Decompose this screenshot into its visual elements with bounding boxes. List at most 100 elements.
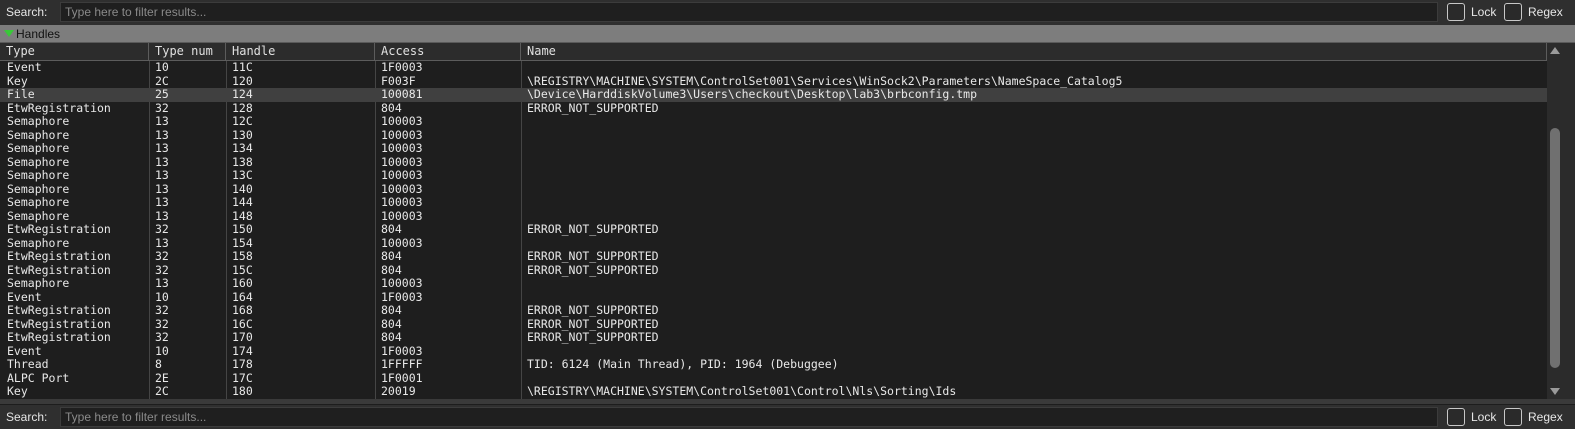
expand-triangle-icon[interactable] <box>4 30 14 37</box>
search-input[interactable] <box>60 2 1438 22</box>
cell-type-num: 13 <box>155 236 169 250</box>
cell-type-num: 13 <box>155 209 169 223</box>
cell-handle: 13C <box>232 169 253 182</box>
cell-name <box>527 169 1542 183</box>
table-row[interactable]: Semaphore 13 160 100003 <box>0 277 1547 291</box>
vertical-scrollbar[interactable] <box>1547 43 1563 399</box>
cell-type: Semaphore <box>7 277 70 290</box>
cell-name <box>527 277 1542 291</box>
cell-type: Semaphore <box>7 209 70 223</box>
cell-type-num: 13 <box>155 142 169 155</box>
cell-type: Event <box>7 61 42 74</box>
scroll-thumb[interactable] <box>1550 128 1560 368</box>
table-row[interactable]: Event 10 11C 1F0003 <box>0 61 1547 75</box>
cell-type: Semaphore <box>7 155 70 169</box>
table-row[interactable]: Event 10 174 1F0003 <box>0 345 1547 359</box>
cell-handle: 138 <box>232 155 253 169</box>
cell-name: \REGISTRY\MACHINE\SYSTEM\ControlSet001\S… <box>527 74 1123 88</box>
table-row[interactable]: Semaphore 13 134 100003 <box>0 142 1547 156</box>
table-row[interactable]: Key 2C 180 20019 \REGISTRY\MACHINE\SYSTEM\Co… <box>0 385 1547 399</box>
cell-access: 804 <box>381 263 402 277</box>
bottom-search-bar: Search: Lock Regex <box>0 404 1575 429</box>
cell-access: 1F0001 <box>381 371 423 385</box>
table-row[interactable]: EtwRegistration 32 128 804 ERROR_NOT_SUPPORT… <box>0 102 1547 116</box>
cell-handle: 124 <box>232 88 253 101</box>
cell-access: 804 <box>381 331 402 344</box>
cell-name <box>527 210 1542 224</box>
table-row[interactable]: Semaphore 13 138 100003 <box>0 156 1547 170</box>
cell-access: 100003 <box>381 196 423 209</box>
table-row[interactable]: Semaphore 13 144 100003 <box>0 196 1547 210</box>
table-row[interactable]: Semaphore 13 148 100003 <box>0 210 1547 224</box>
cell-handle: 16C <box>232 317 253 331</box>
cell-handle: 144 <box>232 196 253 209</box>
cell-name <box>527 115 1542 129</box>
column-header-type[interactable]: Type <box>0 43 149 61</box>
search-input[interactable] <box>60 407 1438 427</box>
cell-type-num: 8 <box>155 358 162 371</box>
cell-access: 1FFFFF <box>381 358 423 371</box>
column-header-access[interactable]: Access <box>375 43 521 61</box>
cell-access: 804 <box>381 250 402 263</box>
table-row[interactable]: Semaphore 13 130 100003 <box>0 129 1547 143</box>
scroll-up-arrow-icon[interactable] <box>1550 47 1560 54</box>
regex-checkbox[interactable] <box>1504 408 1522 426</box>
lock-label: Lock <box>1471 410 1497 424</box>
cell-handle: 148 <box>232 209 253 223</box>
cell-name <box>527 156 1542 170</box>
cell-handle: 11C <box>232 61 253 74</box>
table-row[interactable]: Event 10 164 1F0003 <box>0 291 1547 305</box>
table-row[interactable]: Thread 8 178 1FFFFF TID: 6124 (Main Thread),… <box>0 358 1547 372</box>
cell-type-num: 32 <box>155 223 169 236</box>
cell-access: 100003 <box>381 277 423 290</box>
table-row[interactable]: EtwRegistration 32 170 804 ERROR_NOT_SUPPORT… <box>0 331 1547 345</box>
cell-handle: 180 <box>232 385 253 398</box>
table-row[interactable]: EtwRegistration 32 15C 804 ERROR_NOT_SUPPORT… <box>0 264 1547 278</box>
cell-name <box>527 372 1542 386</box>
cell-type-num: 2E <box>155 371 169 385</box>
cell-handle: 150 <box>232 223 253 236</box>
regex-checkbox[interactable] <box>1504 3 1522 21</box>
cell-type: EtwRegistration <box>7 304 111 317</box>
table-row[interactable]: EtwRegistration 32 150 804 ERROR_NOT_SUPPORT… <box>0 223 1547 237</box>
handles-group-header[interactable]: Handles <box>0 25 1575 43</box>
cell-type: EtwRegistration <box>7 263 111 277</box>
search-label: Search: <box>6 5 48 19</box>
table-row[interactable]: File 25 124 100081 \Device\HarddiskVolume3\U… <box>0 88 1547 102</box>
cell-type-num: 13 <box>155 169 169 182</box>
cell-type: Key <box>7 385 28 398</box>
column-header-handle[interactable]: Handle <box>226 43 375 61</box>
cell-handle: 12C <box>232 115 253 128</box>
cell-name: TID: 6124 (Main Thread), PID: 1964 (Debu… <box>527 358 839 371</box>
cell-name <box>527 237 1542 251</box>
table-row[interactable]: Semaphore 13 140 100003 <box>0 183 1547 197</box>
lock-checkbox[interactable] <box>1447 3 1465 21</box>
table-row[interactable]: EtwRegistration 32 158 804 ERROR_NOT_SUPPORT… <box>0 250 1547 264</box>
table-row[interactable]: Semaphore 13 12C 100003 <box>0 115 1547 129</box>
cell-name: ERROR_NOT_SUPPORTED <box>527 263 659 277</box>
cell-name: ERROR_NOT_SUPPORTED <box>527 304 659 317</box>
table-row[interactable]: Semaphore 13 154 100003 <box>0 237 1547 251</box>
cell-name <box>527 61 1542 75</box>
cell-handle: 164 <box>232 290 253 304</box>
table-row[interactable]: EtwRegistration 32 168 804 ERROR_NOT_SUPPORT… <box>0 304 1547 318</box>
cell-type-num: 32 <box>155 317 169 331</box>
column-header-type-num[interactable]: Type num <box>149 43 226 61</box>
cell-type-num: 13 <box>155 128 169 142</box>
table-row[interactable]: EtwRegistration 32 16C 804 ERROR_NOT_SUPPORT… <box>0 318 1547 332</box>
table-row[interactable]: Semaphore 13 13C 100003 <box>0 169 1547 183</box>
cell-handle: 140 <box>232 182 253 196</box>
scroll-down-arrow-icon[interactable] <box>1550 388 1560 395</box>
cell-type-num: 32 <box>155 331 169 344</box>
cell-type: Semaphore <box>7 182 70 196</box>
cell-type: Semaphore <box>7 236 70 250</box>
cell-access: 100003 <box>381 142 423 155</box>
regex-label: Regex <box>1528 5 1563 19</box>
table-row[interactable]: Key 2C 120 F003F \REGISTRY\MACHINE\SYSTEM\Co… <box>0 75 1547 89</box>
cell-type: Key <box>7 74 28 88</box>
handles-table[interactable]: Type Type num Handle Access Name Event 10… <box>0 43 1547 399</box>
table-row[interactable]: ALPC Port 2E 17C 1F0001 <box>0 372 1547 386</box>
column-header-name[interactable]: Name <box>521 43 1547 61</box>
lock-checkbox[interactable] <box>1447 408 1465 426</box>
cell-type-num: 25 <box>155 88 169 101</box>
